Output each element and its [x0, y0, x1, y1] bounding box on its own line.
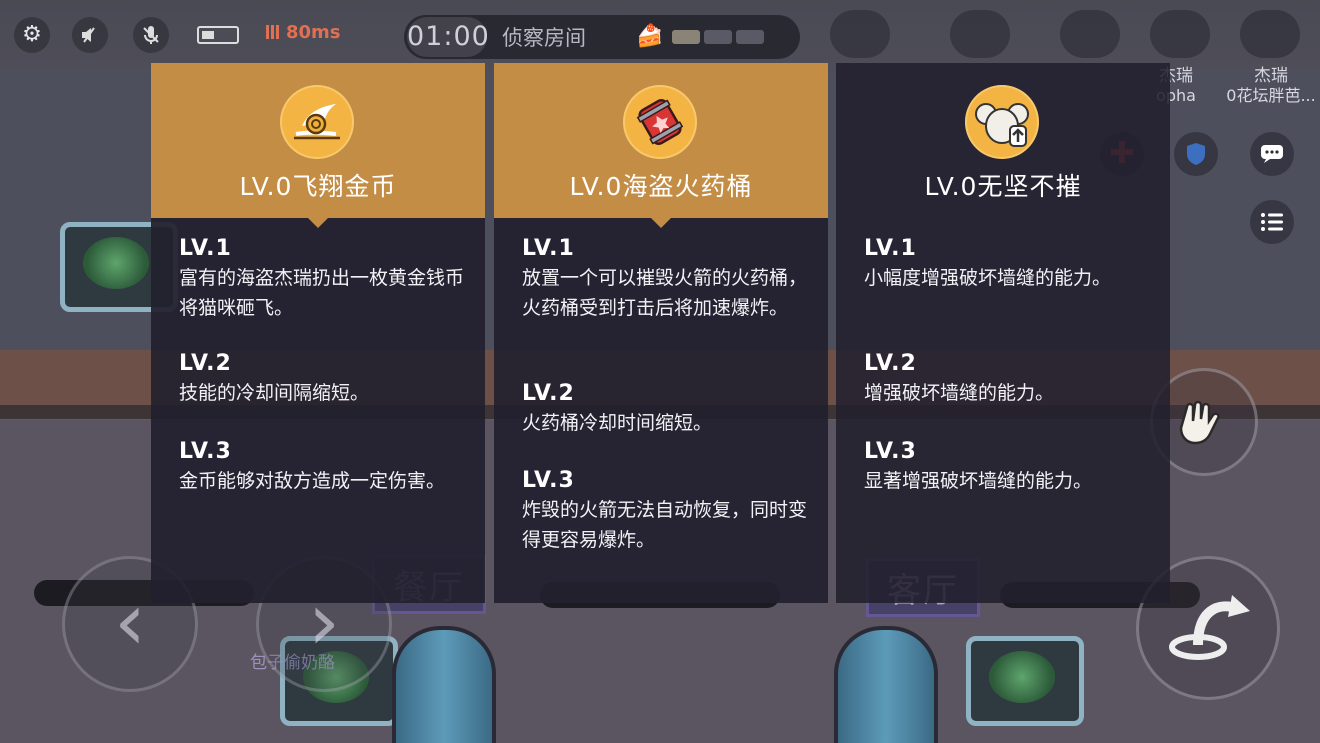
progress-segment — [736, 30, 764, 44]
level-label: LV.1 — [522, 236, 575, 261]
skill-level-3: LV.3 炸毁的火箭无法自动恢复，同时变得更容易爆炸。 — [522, 467, 812, 555]
skill-level-2: LV.2 火药桶冷却时间缩短。 — [522, 380, 812, 438]
skill-panel-flying-coin[interactable]: LV.0飞翔金币 LV.1 富有的海盗杰瑞扔出一枚黄金钱币将猫咪砸飞。 LV.2… — [151, 63, 485, 603]
level-label: LV.1 — [864, 236, 917, 261]
mouse-avatar-icon — [1150, 10, 1210, 58]
player-slot[interactable]: 杰瑞 0花坛胖芭... — [1222, 66, 1320, 106]
cheese-progress — [672, 30, 764, 44]
skill-title: LV.0无坚不摧 — [924, 172, 1082, 201]
list-menu-icon[interactable] — [1250, 200, 1294, 244]
ping-value: 80ms — [286, 22, 341, 43]
radar-monitor — [966, 636, 1084, 726]
skill-header: LV.0飞翔金币 — [151, 63, 485, 228]
door — [834, 626, 938, 743]
cat-avatar-icon — [830, 10, 890, 58]
flying-coin-icon — [280, 85, 354, 159]
player-tag: 0花坛胖芭... — [1226, 86, 1316, 105]
shield-icon[interactable] — [1174, 132, 1218, 176]
skill-header: LV.0无坚不摧 — [836, 63, 1170, 218]
progress-segment — [672, 30, 700, 44]
level-description: 火药桶冷却时间缩短。 — [522, 412, 713, 434]
level-description: 放置一个可以摧毁火箭的火药桶，火药桶受到打击后将加速爆炸。 — [522, 267, 808, 319]
hand-icon — [1179, 400, 1220, 445]
skill-panel-indestructible[interactable]: LV.0无坚不摧 LV.1 小幅度增强破坏墙缝的能力。 LV.2 增强破坏墙缝的… — [836, 63, 1170, 603]
jump-arrow-icon — [1169, 595, 1250, 660]
level-label: LV.3 — [522, 468, 575, 493]
level-description: 金币能够对敌方造成一定伤害。 — [179, 470, 446, 492]
skill-header: LV.0海盗火药桶 — [494, 63, 828, 228]
level-label: LV.1 — [179, 236, 232, 261]
mouse-upgrade-icon — [965, 85, 1039, 159]
level-description: 增强破坏墙缝的能力。 — [864, 382, 1055, 404]
player-name: 杰瑞 — [1254, 66, 1288, 86]
skill-level-1: LV.1 放置一个可以摧毁火箭的火药桶，火药桶受到打击后将加速爆炸。 — [522, 235, 812, 323]
level-label: LV.2 — [522, 381, 575, 406]
signal-icon — [266, 25, 280, 39]
skill-level-1: LV.1 富有的海盗杰瑞扔出一枚黄金钱币将猫咪砸飞。 — [179, 235, 469, 323]
level-label: LV.3 — [179, 439, 232, 464]
skill-level-3: LV.3 显著增强破坏墙缝的能力。 — [864, 438, 1154, 496]
skill-title: LV.0飞翔金币 — [239, 172, 397, 201]
microphone-muted-icon[interactable] — [133, 17, 169, 53]
skill-level-1: LV.1 小幅度增强破坏墙缝的能力。 — [864, 235, 1154, 293]
speaker-muted-icon[interactable] — [72, 17, 108, 53]
skill-panel-powder-keg[interactable]: LV.0海盗火药桶 LV.1 放置一个可以摧毁火箭的火药桶，火药桶受到打击后将加… — [494, 63, 828, 603]
progress-segment — [704, 30, 732, 44]
level-label: LV.3 — [864, 439, 917, 464]
battery-icon — [197, 26, 239, 44]
powder-keg-icon — [623, 85, 697, 159]
mouse-avatar-icon — [950, 10, 1010, 58]
level-description: 富有的海盗杰瑞扔出一枚黄金钱币将猫咪砸飞。 — [179, 267, 465, 319]
mouse-avatar-icon — [1240, 10, 1300, 58]
chat-icon[interactable] — [1250, 132, 1294, 176]
level-description: 技能的冷却间隔缩短。 — [179, 382, 370, 404]
door — [392, 626, 496, 743]
match-timer: 01:00 — [407, 17, 489, 57]
level-label: LV.2 — [864, 351, 917, 376]
network-ping: 80ms — [266, 22, 341, 43]
skill-level-2: LV.2 技能的冷却间隔缩短。 — [179, 350, 469, 408]
level-description: 显著增强破坏墙缝的能力。 — [864, 470, 1093, 492]
level-description: 小幅度增强破坏墙缝的能力。 — [864, 267, 1112, 289]
skill-level-3: LV.3 金币能够对敌方造成一定伤害。 — [179, 438, 469, 496]
room-title: 侦察房间 — [502, 26, 586, 50]
settings-gear-icon[interactable]: ⚙ — [14, 17, 50, 53]
level-description: 炸毁的火箭无法自动恢复，同时变得更容易爆炸。 — [522, 499, 808, 551]
skill-level-2: LV.2 增强破坏墙缝的能力。 — [864, 350, 1154, 408]
mouse-avatar-icon — [1060, 10, 1120, 58]
skill-title: LV.0海盗火药桶 — [569, 172, 753, 201]
level-label: LV.2 — [179, 351, 232, 376]
cake-icon: 🍰 — [636, 24, 664, 49]
